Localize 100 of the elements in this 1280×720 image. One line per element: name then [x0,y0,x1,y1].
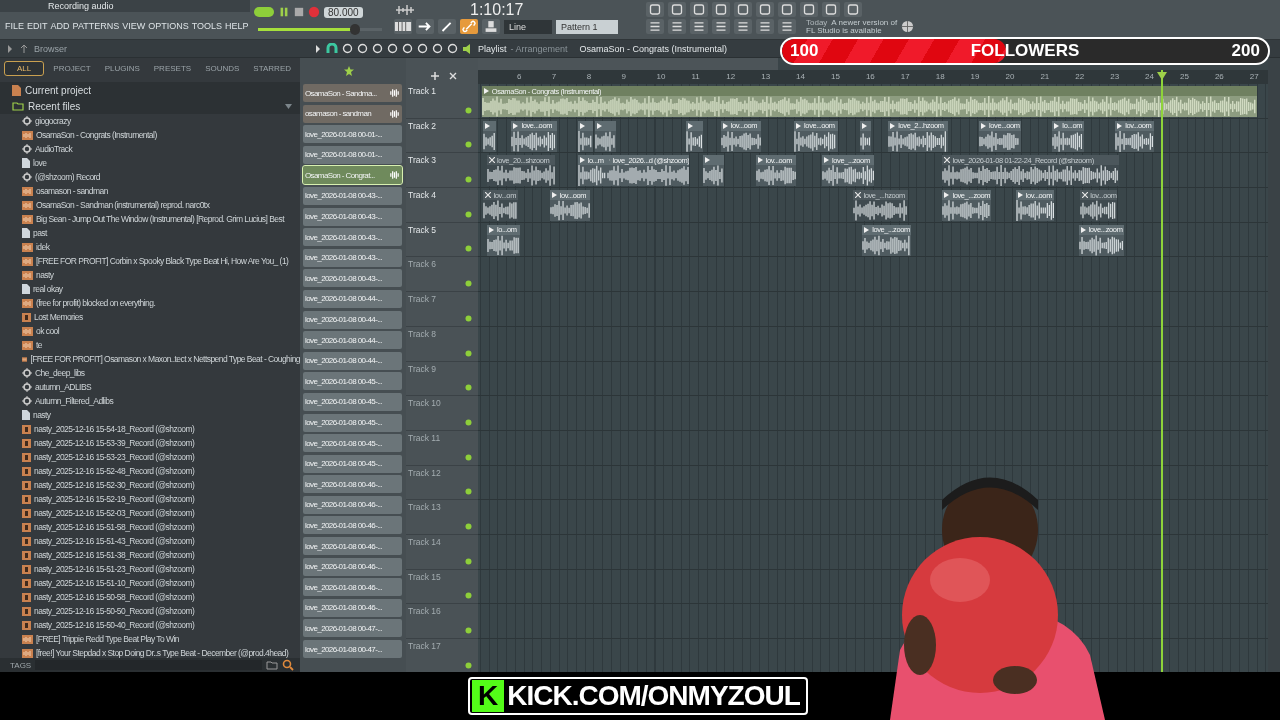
clip-source[interactable]: love_2026-01-08 00-45-... [303,454,402,473]
track-name[interactable]: Track 17 [408,641,441,651]
track-name[interactable]: Track 7 [408,294,437,305]
track-led-icon[interactable] [465,522,472,530]
window-icon[interactable] [712,19,730,34]
track-name[interactable]: Track 10 [408,398,441,409]
clip-source[interactable]: love_2026-01-08 00-46-... [303,475,402,494]
recent-file[interactable]: past [33,228,47,238]
arrangement-name[interactable]: OsamaSon - Congrats (Instrumental) [579,43,728,54]
track-led-icon[interactable] [465,488,472,496]
mode-button[interactable] [254,7,274,18]
tool-icon[interactable] [402,43,413,54]
globe-icon[interactable] [901,20,915,33]
clip-source[interactable]: love_2026-01-08 00-43-... [303,248,402,267]
track-name[interactable]: Track 8 [408,328,437,339]
menu-item[interactable]: EDIT [27,20,48,31]
clip-source[interactable]: love_2026-01-08 00-44-... [303,289,402,308]
star-icon[interactable] [343,65,355,77]
playlist-grid[interactable] [478,84,1268,672]
scrollbar[interactable] [1268,58,1280,672]
window-icon[interactable] [646,19,664,34]
browser-tab[interactable]: PLUGINS [99,61,145,76]
recent-file[interactable]: OsamaSon - Sandman (instrumental) reprod. narc0tx [36,200,210,210]
tool-icon[interactable] [372,43,383,54]
recent-file[interactable]: nasty [33,410,51,420]
browser-tab[interactable]: STARRED [248,61,296,76]
tool-icon[interactable] [387,43,398,54]
clip-source[interactable]: love_2026-01-08 00-44-... [303,310,402,329]
clip-source[interactable]: love_2026-01-08 00-46-... [303,598,402,617]
recent-file[interactable]: ok cool [36,326,60,336]
slider-thumb[interactable] [349,24,360,36]
news-text[interactable]: A newer version of [831,18,898,27]
recent-file[interactable]: nasty_2025-12-16 15-52-03_Record (@shzoom) [34,508,195,518]
recent-file[interactable]: nasty_2025-12-16 15-50-40_Record (@shzoom) [34,620,195,630]
browser-tab[interactable]: PROJECT [48,61,96,76]
recent-file[interactable]: nasty_2025-12-16 15-51-10_Record (@shzoom) [34,578,195,588]
pen-icon[interactable] [438,19,456,34]
window-icon[interactable] [778,19,796,34]
recent-file[interactable]: Autumn_Filtered_Adlibs [35,396,114,406]
caret-icon[interactable] [285,103,292,109]
recent-file[interactable]: nasty_2025-12-16 15-51-58_Record (@shzoom) [34,522,195,532]
menu-item[interactable]: ADD [50,20,70,31]
toolbar-icon[interactable] [690,2,708,17]
folder-row[interactable]: Recent files [0,98,300,114]
recent-file[interactable]: nasty_2025-12-16 15-52-48_Record (@shzoom) [34,466,195,476]
tool-icon[interactable] [417,43,428,54]
tempo-display[interactable]: 80.000 [324,6,363,18]
menu-item[interactable]: VIEW [122,20,146,31]
news-text[interactable]: FL Studio is available [806,26,898,35]
track-led-icon[interactable] [465,176,472,184]
track-led-icon[interactable] [465,384,472,392]
tool-icon[interactable] [447,43,458,54]
snap-dropdown[interactable]: Line [504,19,552,34]
toolbar-icon[interactable] [800,2,818,17]
track-name[interactable]: Track 16 [408,606,441,617]
track-led-icon[interactable] [465,349,472,357]
menu-item[interactable]: FILE [5,20,24,31]
track-name[interactable]: Track 2 [408,120,437,131]
track-led-icon[interactable] [465,106,472,114]
recent-file[interactable]: [FREE FOR PROFIT] Osamason x Maxon..tect x Nettspend Type Beat - Coughing [30,354,300,364]
clip-source[interactable]: love_2026-01-08 00-46-... [303,516,402,535]
track-led-icon[interactable] [465,418,472,426]
track-led-icon[interactable] [465,661,472,669]
recent-file[interactable]: idek [36,242,50,252]
recent-file[interactable]: [FREE] Trippie Redd Type Beat Play To Win [36,634,179,644]
clip-source[interactable]: love_2026-01-08 00-44-... [303,351,402,370]
recent-file[interactable]: real okay [33,284,63,294]
search-icon[interactable] [282,659,294,671]
window-icon[interactable] [690,19,708,34]
clip-source[interactable]: love_2026-01-08 00-01-... [303,125,402,144]
audio-clip[interactable] [860,120,871,152]
track-led-icon[interactable] [465,314,472,322]
track-led-icon[interactable] [465,280,472,288]
clip-source[interactable]: love_2026-01-08 00-43-... [303,228,402,247]
clip-source[interactable]: love_2026-01-08 00-47-... [303,640,402,659]
track-name[interactable]: Track 4 [408,190,437,201]
track-led-icon[interactable] [465,210,472,218]
track-name[interactable]: Track 9 [408,363,437,374]
recent-file[interactable]: nasty_2025-12-16 15-51-38_Record (@shzoom) [34,550,195,560]
recent-file[interactable]: (free for profit) blocked on everything. [36,298,156,308]
track-led-icon[interactable] [465,141,472,149]
add-track-button[interactable] [430,71,440,81]
clip-source[interactable]: love_2026-01-08 00-43-... [303,207,402,226]
toolbar-icon[interactable] [756,2,774,17]
track-led-icon[interactable] [465,557,472,565]
browser-tab[interactable]: ALL [4,61,45,76]
track-name[interactable]: Track 1 [408,86,437,96]
stamp-icon[interactable] [482,19,500,34]
audio-clip[interactable] [577,120,594,152]
clip-source[interactable]: love_2026-01-08 00-45-... [303,413,402,432]
recent-file[interactable]: Lost Memories [34,312,83,322]
recent-file[interactable]: osamason - sandman [36,186,108,196]
recent-file[interactable]: AudioTrack [35,144,73,154]
recent-file[interactable]: OsamaSon - Congrats (Instrumental) [36,130,157,140]
toolbar-icon[interactable] [668,2,686,17]
track-led-icon[interactable] [465,453,472,461]
recent-file[interactable]: nasty [36,270,54,280]
menu-item[interactable]: TOOLS [191,20,223,31]
recent-file[interactable]: nasty_2025-12-16 15-50-50_Record (@shzoom) [34,606,195,616]
waveform-icon[interactable] [394,2,416,17]
